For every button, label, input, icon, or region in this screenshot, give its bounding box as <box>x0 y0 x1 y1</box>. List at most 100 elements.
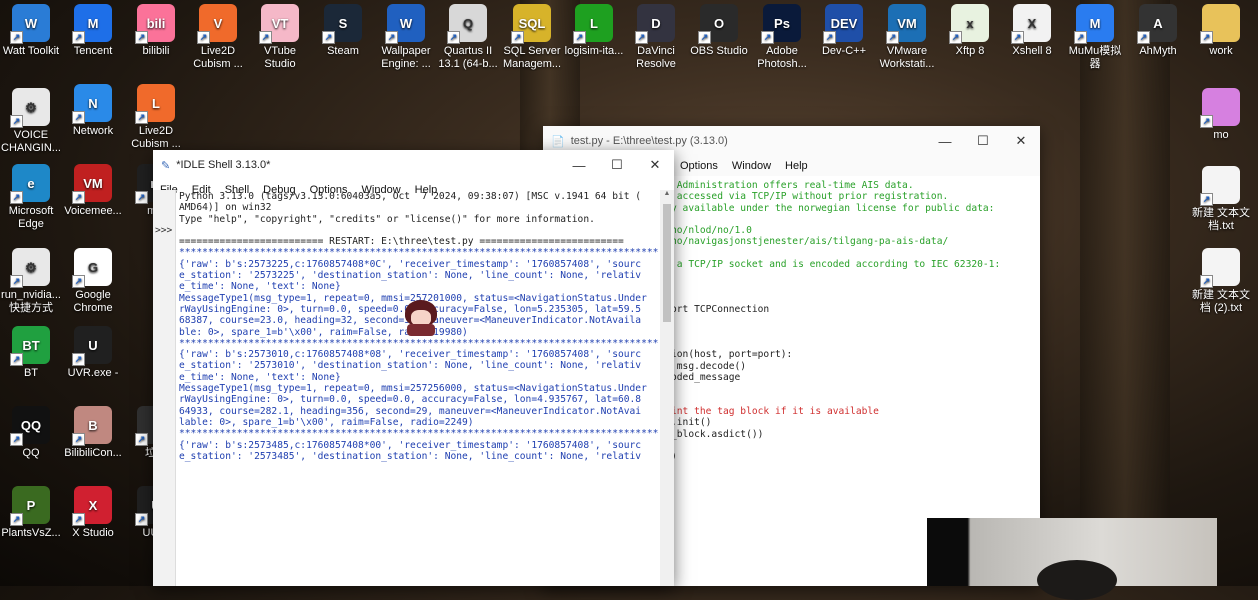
desktop-icon[interactable]: W ↗ Watt Toolkit <box>0 4 62 58</box>
shell-output-line: ****************************************… <box>179 428 658 440</box>
desktop-icon[interactable]: N ↗ Network <box>62 84 124 138</box>
editor-code-line: ion(host, port=port): <box>671 349 793 361</box>
editor-code-line <box>671 440 1028 451</box>
desktop-icon[interactable]: D ↗ DaVinci Resolve <box>625 4 687 71</box>
shell-scrollbar[interactable]: ▲ <box>660 190 674 586</box>
editor-menu-options[interactable]: Options <box>673 160 725 172</box>
shell-output-line: e_station': '2573225', 'destination_stat… <box>179 270 642 282</box>
desktop-icon[interactable]: G ↗ Google Chrome <box>62 248 124 315</box>
shortcut-arrow-icon: ↗ <box>10 353 23 366</box>
shell-output-line: Python 3.13.0 (tags/v3.13.0:60403a5, Oct… <box>179 191 642 202</box>
app-icon: Ps ↗ <box>761 4 801 44</box>
desktop-icon-label: Voicemee... <box>64 205 122 217</box>
shortcut-arrow-icon: ↗ <box>511 31 524 44</box>
desktop-icon[interactable]: W ↗ Wallpaper Engine: ... <box>375 4 437 71</box>
desktop-icon[interactable]: A ↗ AhMyth <box>1127 4 1189 58</box>
desktop-icon[interactable]: U ↗ UVR.exe - <box>62 326 124 380</box>
desktop-icon[interactable]: Q ↗ Quartus II 13.1 (64-b... <box>437 4 499 71</box>
desktop-icon[interactable]: QQ ↗ QQ <box>0 406 62 460</box>
maximize-icon[interactable]: ☐ <box>964 126 1002 156</box>
desktop-icon[interactable]: VM ↗ Voicemee... <box>62 164 124 218</box>
desktop-icon[interactable]: V ↗ Live2D Cubism ... <box>187 4 249 71</box>
desktop-icon[interactable]: P ↗ PlantsVsZ... <box>0 486 62 540</box>
shortcut-arrow-icon: ↗ <box>761 31 774 44</box>
app-icon: Q ↗ <box>447 4 487 44</box>
shortcut-arrow-icon: ↗ <box>1137 31 1150 44</box>
desktop-icon[interactable]: SQL ↗ SQL Server Managem... <box>501 4 563 71</box>
shortcut-arrow-icon: ↗ <box>698 31 711 44</box>
editor-code-line: ort TCPConnection <box>671 304 770 316</box>
desktop-icon-label: Google Chrome <box>73 289 113 314</box>
desktop-icon-label: PlantsVsZ... <box>1 527 61 539</box>
desktop-icon[interactable]: ↗ work <box>1190 4 1252 58</box>
desktop-icon-label: work <box>1209 45 1233 57</box>
desktop-icon[interactable]: VT ↗ VTube Studio <box>249 4 311 71</box>
wallpaper-pillar <box>1080 0 1170 586</box>
desktop-icon[interactable]: DEV ↗ Dev-C++ <box>813 4 875 58</box>
desktop-icon[interactable]: Ps ↗ Adobe Photosh... <box>751 4 813 71</box>
shortcut-arrow-icon: ↗ <box>135 111 148 124</box>
app-icon: O ↗ <box>698 4 738 44</box>
desktop-icon[interactable]: X ↗ X Studio <box>62 486 124 540</box>
shortcut-arrow-icon: ↗ <box>322 31 335 44</box>
shortcut-arrow-icon: ↗ <box>385 31 398 44</box>
app-icon: B ↗ <box>72 406 112 446</box>
desktop-icon[interactable]: S ↗ Steam <box>312 4 374 58</box>
desktop-icon-label: VTube Studio <box>263 45 296 70</box>
desktop-icon[interactable]: ⚙ ↗ run_nvidia... 快捷方式 <box>0 248 62 315</box>
desktop-icon[interactable]: L ↗ Live2D Cubism ... <box>125 84 187 151</box>
shell-output-line: ****************************************… <box>179 337 658 349</box>
shell-scroll-thumb[interactable] <box>663 204 671 322</box>
desktop-icon-label: X Studio <box>72 527 114 539</box>
desktop-icon[interactable]: ↗ mo <box>1190 88 1252 142</box>
desktop-icon[interactable]: O ↗ OBS Studio <box>688 4 750 58</box>
desktop-icon[interactable]: x ↗ Xftp 8 <box>939 4 1001 58</box>
shortcut-arrow-icon: ↗ <box>10 31 23 44</box>
desktop-icon[interactable]: X ↗ Xshell 8 <box>1001 4 1063 58</box>
desktop-icon[interactable]: L ↗ logisim-ita... <box>563 4 625 58</box>
desktop-icon[interactable]: ⚙ ↗ VOICE CHANGIN... <box>0 88 62 155</box>
desktop-icon-label: SQL Server Managem... <box>502 45 562 70</box>
app-icon: S ↗ <box>322 4 362 44</box>
desktop-icon[interactable]: bili ↗ bilibili <box>125 4 187 58</box>
maximize-icon[interactable]: ☐ <box>598 150 636 180</box>
desktop-icon-label: 新建 文本文档.txt <box>1191 207 1251 232</box>
desktop-icon[interactable]: B ↗ BilibiliCon... <box>62 406 124 460</box>
shell-output-line: e_station': '2573485', 'destination_stat… <box>179 450 642 462</box>
shell-output-area[interactable]: Python 3.13.0 (tags/v3.13.0:60403a5, Oct… <box>179 191 658 586</box>
editor-code-line <box>671 248 1028 259</box>
desktop-icon[interactable]: VM ↗ VMware Workstati... <box>876 4 938 71</box>
desktop-icon[interactable]: M ↗ Tencent <box>62 4 124 58</box>
app-icon: L ↗ <box>573 4 613 44</box>
app-icon: L ↗ <box>135 84 175 124</box>
desktop-icon[interactable]: BT ↗ BT <box>0 326 62 380</box>
editor-menu-window[interactable]: Window <box>725 160 778 172</box>
editor-menu-help[interactable]: Help <box>778 160 815 172</box>
editor-code-line: no/nlod/no/1.0 <box>671 225 752 237</box>
editor-code-line <box>671 282 1028 293</box>
desktop-icon[interactable]: ↗ 新建 文本文档.txt <box>1190 166 1252 233</box>
shortcut-arrow-icon: ↗ <box>1011 31 1024 44</box>
desktop-icon-label: AhMyth <box>1139 45 1177 57</box>
desktop-icon[interactable]: e ↗ Microsoft Edge <box>0 164 62 231</box>
shortcut-arrow-icon: ↗ <box>72 275 85 288</box>
desktop-icon[interactable]: ↗ 新建 文本文档 (2).txt <box>1190 248 1252 315</box>
shell-output-line: ========================= RESTART: E:\th… <box>179 236 624 248</box>
shell-titlebar[interactable]: ✎ *IDLE Shell 3.13.0* — ☐ ✕ <box>153 150 674 180</box>
minimize-icon[interactable]: — <box>560 150 598 180</box>
close-icon[interactable]: ✕ <box>1002 126 1040 156</box>
scroll-up-arrow-icon[interactable]: ▲ <box>660 190 674 202</box>
desktop-icon-label: Wallpaper Engine: ... <box>381 45 431 70</box>
app-icon: M ↗ <box>1074 4 1114 44</box>
minimize-icon[interactable]: — <box>926 126 964 156</box>
shell-output-line: lable: 0>, spare_1=b'\x00', raim=False, … <box>179 416 474 428</box>
editor-code-line <box>671 383 1028 394</box>
desktop-icon-label: run_nvidia... 快捷方式 <box>1 289 61 314</box>
close-icon[interactable]: ✕ <box>636 150 674 180</box>
editor-code-line <box>671 270 1028 281</box>
shortcut-arrow-icon: ↗ <box>197 31 210 44</box>
app-icon: VM ↗ <box>72 164 112 204</box>
desktop-icon[interactable]: M ↗ MuMu模拟器 <box>1064 4 1126 71</box>
app-icon: BT ↗ <box>10 326 50 366</box>
desktop-icon-label: Quartus II 13.1 (64-b... <box>438 45 498 70</box>
